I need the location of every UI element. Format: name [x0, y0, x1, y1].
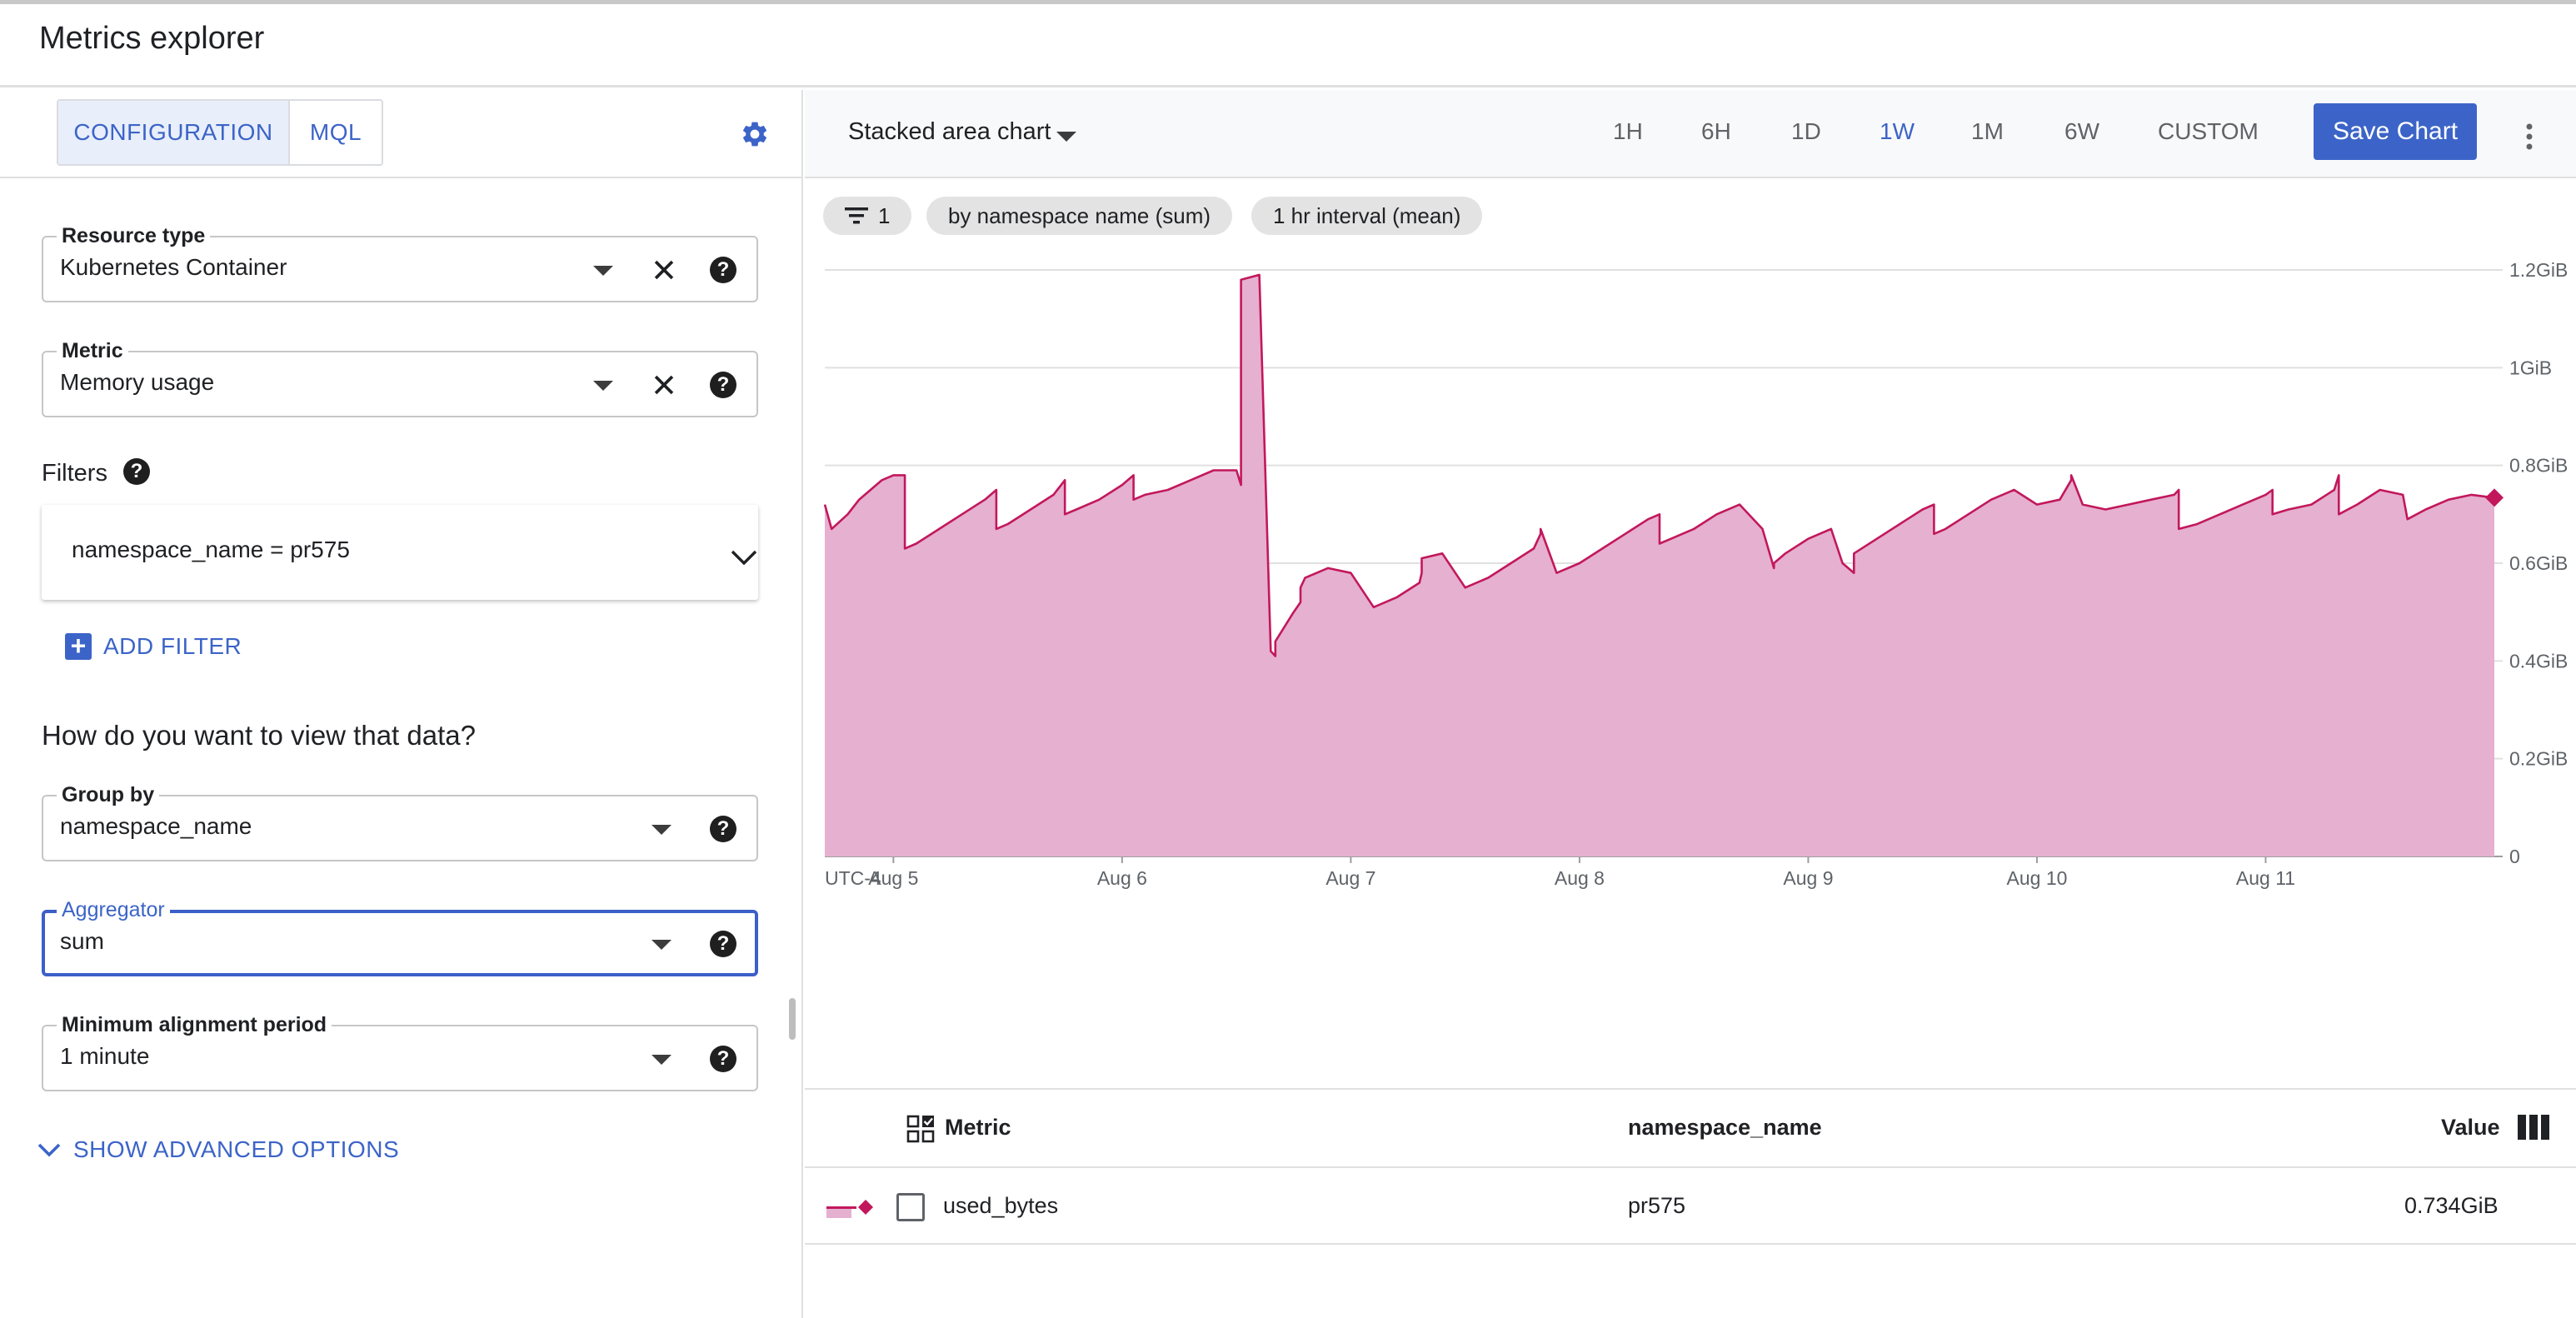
y-tick-label: 0 [2509, 846, 2520, 867]
filter-list-icon [845, 207, 868, 224]
save-chart-button[interactable]: Save Chart [2314, 103, 2477, 160]
alignment-period-label: Minimum alignment period [57, 1013, 332, 1037]
help-icon[interactable]: ? [710, 257, 736, 283]
x-tick-label: Aug 10 [2007, 867, 2068, 889]
mode-toggle: CONFIGURATION MQL [57, 99, 383, 166]
table-header: Metric namespace_name Value [805, 1088, 2576, 1168]
show-advanced-options-button[interactable]: SHOW ADVANCED OPTIONS [37, 1136, 399, 1163]
more-vert-icon[interactable] [2524, 122, 2534, 152]
range-1m[interactable]: 1M [1971, 118, 2004, 145]
resource-type-label: Resource type [57, 224, 211, 248]
metric-label: Metric [57, 339, 128, 363]
caret-down-icon[interactable] [651, 825, 671, 835]
caret-down-icon[interactable] [593, 381, 613, 391]
range-6w[interactable]: 6W [2064, 118, 2099, 145]
help-icon[interactable]: ? [710, 816, 736, 842]
column-header-value[interactable]: Value [2441, 1115, 2500, 1141]
x-tick-label: Aug 11 [2236, 867, 2295, 889]
gear-icon[interactable] [740, 119, 770, 149]
x-tick-label: Aug 9 [1783, 867, 1833, 889]
view-column-icon[interactable] [2518, 1115, 2549, 1140]
table-row[interactable]: used_bytes pr575 0.734GiB [805, 1168, 2576, 1245]
help-icon[interactable]: ? [710, 372, 736, 398]
caret-down-icon[interactable] [593, 266, 613, 276]
help-icon[interactable]: ? [710, 931, 736, 957]
y-tick-label: 0.6GiB [2509, 552, 2568, 574]
grouping-chip[interactable]: by namespace name (sum) [926, 197, 1233, 235]
chevron-down-icon [37, 1143, 61, 1157]
column-header-namespace[interactable]: namespace_name [1628, 1115, 1822, 1141]
row-checkbox[interactable] [896, 1193, 925, 1221]
group-by-field[interactable]: Group by namespace_name ? [42, 783, 758, 861]
resource-type-value: Kubernetes Container [60, 254, 287, 280]
metric-value: Memory usage [60, 369, 215, 395]
range-1d[interactable]: 1D [1791, 118, 1821, 145]
advanced-options-label: SHOW ADVANCED OPTIONS [73, 1136, 400, 1162]
mode-tabs-bar: CONFIGURATION MQL [0, 90, 803, 178]
y-tick-label: 1.2GiB [2509, 259, 2568, 281]
filter-expression: namespace_name = pr575 [72, 537, 350, 562]
filter-count: 1 [878, 203, 891, 228]
range-custom[interactable]: CUSTOM [2158, 118, 2259, 145]
y-tick-label: 1GiB [2509, 357, 2552, 378]
range-1h[interactable]: 1H [1613, 118, 1643, 145]
config-panel: CONFIGURATION MQL Resource type Kubernet… [0, 90, 803, 1318]
cell-value: 0.734GiB [2404, 1193, 2499, 1218]
cell-metric: used_bytes [943, 1193, 1059, 1218]
page-title: Metrics explorer [39, 21, 265, 56]
add-filter-button[interactable]: + ADD FILTER [65, 630, 242, 663]
plus-icon: + [65, 632, 92, 660]
x-tick-label: Aug 8 [1555, 867, 1605, 889]
x-tick-label: Aug 5 [868, 867, 918, 889]
filter-count-chip[interactable]: 1 [823, 197, 912, 235]
group-by-label: Group by [57, 783, 160, 807]
chart-toolbar: Stacked area chart 1H 6H 1D 1W 1M 6W CUS… [805, 90, 2576, 178]
y-tick-label: 0.8GiB [2509, 455, 2568, 477]
caret-down-icon[interactable] [1056, 132, 1076, 142]
add-filter-label: ADD FILTER [103, 633, 242, 659]
y-tick-label: 0.2GiB [2509, 748, 2568, 770]
filter-card[interactable]: namespace_name = pr575 [42, 505, 758, 600]
help-icon[interactable]: ? [123, 458, 150, 485]
x-tick-label: Aug 7 [1325, 867, 1375, 889]
caret-down-icon[interactable] [651, 940, 671, 950]
filters-heading: Filters [42, 460, 107, 487]
aggregator-label: Aggregator [57, 898, 170, 922]
interval-chip[interactable]: 1 hr interval (mean) [1251, 197, 1483, 235]
caret-down-icon[interactable] [651, 1055, 671, 1065]
aggregator-field[interactable]: Aggregator sum ? [42, 898, 758, 976]
tab-mql[interactable]: MQL [288, 101, 382, 164]
chart-type-selector[interactable]: Stacked area chart [848, 118, 1051, 146]
x-tick-label: Aug 6 [1097, 867, 1147, 889]
resource-type-field[interactable]: Resource type Kubernetes Container ? [42, 224, 758, 302]
help-icon[interactable]: ? [710, 1046, 736, 1072]
view-data-heading: How do you want to view that data? [42, 720, 476, 751]
series-area-used-bytes [825, 274, 2494, 856]
y-tick-label: 0.4GiB [2509, 650, 2568, 671]
clear-icon[interactable] [650, 371, 678, 399]
column-header-metric[interactable]: Metric [945, 1115, 1011, 1141]
series-legend-icon [826, 1200, 873, 1218]
cell-namespace: pr575 [1628, 1193, 1686, 1218]
page-header: Metrics explorer [0, 4, 2576, 87]
alignment-period-value: 1 minute [60, 1043, 150, 1069]
metric-field[interactable]: Metric Memory usage ? [42, 339, 758, 417]
group-by-value: namespace_name [60, 813, 252, 839]
aggregator-value: sum [60, 928, 104, 954]
range-1w[interactable]: 1W [1880, 118, 1915, 145]
chevron-down-icon[interactable] [730, 548, 758, 567]
clear-icon[interactable] [650, 256, 678, 284]
alignment-period-field[interactable]: Minimum alignment period 1 minute ? [42, 1013, 758, 1091]
stacked-area-chart: 00.2GiB0.4GiB0.6GiB0.8GiB1GiB1.2GiB UTC-… [823, 259, 2568, 889]
panel-resize-handle[interactable] [789, 998, 796, 1040]
select-columns-icon[interactable] [906, 1115, 935, 1143]
tab-configuration[interactable]: CONFIGURATION [58, 101, 288, 164]
range-6h[interactable]: 6H [1701, 118, 1731, 145]
